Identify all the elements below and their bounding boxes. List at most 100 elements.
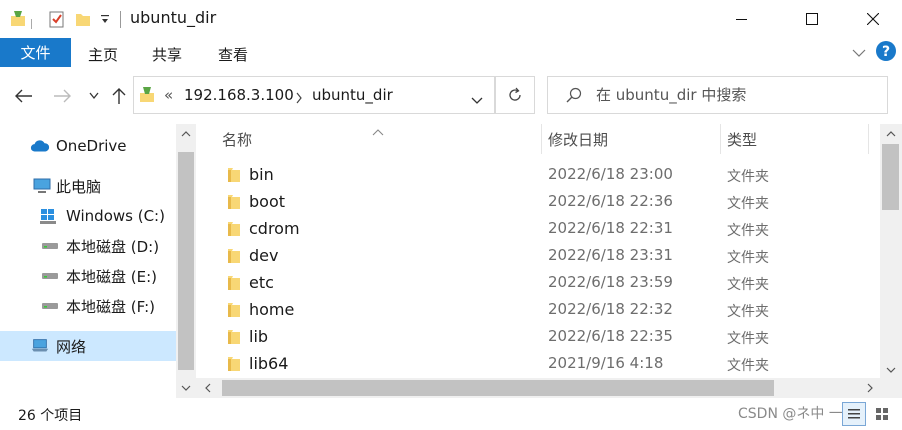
sidebar-item-onedrive[interactable]: OneDrive bbox=[0, 131, 176, 161]
scroll-up-icon[interactable] bbox=[176, 124, 196, 144]
table-row[interactable]: dev 2022/6/18 23:31 文件夹 bbox=[196, 243, 880, 270]
file-type: 文件夹 bbox=[727, 196, 769, 212]
sidebar-item-this-pc[interactable]: 此电脑 bbox=[0, 171, 176, 201]
sidebar-item-drive-d[interactable]: 本地磁盘 (D:) bbox=[0, 231, 176, 261]
ribbon: 文件 主页 共享 查看 ? bbox=[0, 38, 902, 67]
maximize-button[interactable] bbox=[789, 0, 835, 38]
title-bar: ubuntu_dir bbox=[0, 0, 902, 38]
file-type: 文件夹 bbox=[727, 277, 769, 293]
address-bar[interactable]: « 192.168.3.100 ubuntu_dir bbox=[133, 76, 495, 114]
new-folder-icon[interactable] bbox=[74, 9, 92, 33]
folder-pin-icon[interactable] bbox=[9, 9, 27, 33]
sidebar-item-drive-c[interactable]: Windows (C:) bbox=[0, 201, 176, 231]
file-name: dev bbox=[249, 246, 279, 265]
scroll-up-icon[interactable] bbox=[881, 124, 901, 144]
column-divider[interactable] bbox=[868, 124, 869, 154]
expand-ribbon-chevron-icon[interactable] bbox=[852, 44, 866, 62]
svg-text:?: ? bbox=[882, 44, 890, 60]
file-name: lib64 bbox=[249, 354, 289, 373]
file-modified-date: 2022/6/18 23:00 bbox=[548, 165, 673, 183]
cloud-icon bbox=[30, 136, 50, 156]
ribbon-controls: ? bbox=[852, 41, 902, 65]
table-row[interactable]: lib64 2021/9/16 4:18 文件夹 bbox=[196, 351, 880, 378]
table-row[interactable]: cdrom 2022/6/18 22:31 文件夹 bbox=[196, 216, 880, 243]
close-icon bbox=[867, 13, 879, 25]
drive-icon bbox=[40, 236, 60, 256]
scroll-right-icon[interactable] bbox=[860, 378, 880, 398]
search-box[interactable] bbox=[547, 76, 888, 114]
details-view-button[interactable] bbox=[842, 402, 866, 426]
scrollbar-corner bbox=[880, 378, 902, 398]
file-type: 文件夹 bbox=[727, 223, 769, 239]
folder-icon bbox=[227, 356, 241, 376]
sidebar-item-drive-f[interactable]: 本地磁盘 (F:) bbox=[0, 291, 176, 321]
file-type: 文件夹 bbox=[727, 331, 769, 347]
scroll-thumb[interactable] bbox=[178, 152, 194, 370]
navigation-bar: « 192.168.3.100 ubuntu_dir bbox=[0, 67, 902, 124]
column-divider[interactable] bbox=[720, 124, 721, 154]
address-part-folder[interactable]: ubuntu_dir bbox=[312, 86, 393, 104]
forward-arrow-icon bbox=[54, 89, 71, 103]
file-type: 文件夹 bbox=[727, 250, 769, 266]
file-modified-date: 2022/6/18 22:32 bbox=[548, 300, 673, 318]
tab-view[interactable]: 查看 bbox=[218, 44, 248, 65]
sidebar-item-network[interactable]: 网络 bbox=[0, 331, 176, 361]
address-overflow[interactable]: « bbox=[164, 86, 173, 104]
file-name: etc bbox=[249, 273, 274, 292]
table-row[interactable]: etc 2022/6/18 23:59 文件夹 bbox=[196, 270, 880, 297]
large-icons-view-button[interactable] bbox=[870, 402, 894, 426]
file-list-horizontal-scrollbar[interactable] bbox=[196, 378, 880, 398]
file-list: 名称 修改日期 类型 bin 2022/6/18 23:00 文件夹 boot 2022… bbox=[196, 124, 880, 380]
file-name: bin bbox=[249, 165, 274, 184]
address-history-chevron-icon[interactable] bbox=[471, 91, 483, 109]
table-row[interactable]: home 2022/6/18 22:32 文件夹 bbox=[196, 297, 880, 324]
navigation-pane-scrollbar[interactable] bbox=[176, 124, 196, 398]
address-part-host[interactable]: 192.168.3.100 bbox=[184, 86, 294, 104]
table-row[interactable]: lib 2022/6/18 22:35 文件夹 bbox=[196, 324, 880, 351]
scroll-thumb[interactable] bbox=[882, 144, 899, 210]
minimize-icon bbox=[736, 19, 747, 20]
column-header-name[interactable]: 名称 bbox=[222, 124, 252, 154]
properties-check-icon[interactable] bbox=[48, 9, 66, 33]
tab-home[interactable]: 主页 bbox=[88, 44, 118, 65]
scroll-left-icon[interactable] bbox=[198, 378, 218, 398]
file-modified-date: 2022/6/18 22:35 bbox=[548, 327, 673, 345]
help-icon[interactable]: ? bbox=[876, 41, 896, 65]
back-arrow-icon bbox=[15, 89, 32, 103]
column-header-type[interactable]: 类型 bbox=[727, 124, 757, 154]
folder-icon bbox=[227, 329, 241, 349]
scroll-down-icon[interactable] bbox=[881, 360, 901, 380]
table-row[interactable]: boot 2022/6/18 22:36 文件夹 bbox=[196, 189, 880, 216]
column-header-date[interactable]: 修改日期 bbox=[548, 124, 608, 154]
sidebar-item-drive-e[interactable]: 本地磁盘 (E:) bbox=[0, 261, 176, 291]
sidebar-item-label: OneDrive bbox=[56, 137, 127, 155]
folder-icon bbox=[227, 302, 241, 322]
column-divider[interactable] bbox=[541, 124, 542, 154]
refresh-button[interactable] bbox=[495, 76, 535, 114]
back-button[interactable] bbox=[11, 83, 37, 109]
close-button[interactable] bbox=[850, 0, 896, 38]
tab-file[interactable]: 文件 bbox=[0, 38, 71, 67]
file-name: boot bbox=[249, 192, 286, 211]
minimize-button[interactable] bbox=[719, 0, 765, 38]
scroll-down-icon[interactable] bbox=[176, 378, 196, 398]
file-modified-date: 2022/6/18 22:36 bbox=[548, 192, 673, 210]
drive-icon bbox=[40, 266, 60, 286]
search-input[interactable] bbox=[596, 85, 876, 105]
refresh-icon bbox=[509, 87, 521, 101]
file-list-vertical-scrollbar[interactable] bbox=[880, 124, 902, 380]
table-row[interactable]: bin 2022/6/18 23:00 文件夹 bbox=[196, 162, 880, 189]
chevron-down-icon bbox=[89, 92, 99, 100]
up-button[interactable] bbox=[106, 83, 132, 109]
file-type: 文件夹 bbox=[727, 304, 769, 320]
file-type: 文件夹 bbox=[727, 358, 769, 374]
recent-locations-button[interactable] bbox=[81, 83, 107, 109]
tab-share[interactable]: 共享 bbox=[152, 44, 182, 65]
forward-button[interactable] bbox=[49, 83, 75, 109]
customize-toolbar-chevron-icon[interactable] bbox=[100, 12, 110, 30]
up-arrow-icon bbox=[112, 88, 126, 104]
address-separator-icon[interactable] bbox=[295, 90, 303, 108]
scroll-thumb[interactable] bbox=[222, 380, 774, 396]
windows-drive-icon bbox=[38, 206, 58, 226]
search-icon bbox=[566, 87, 582, 107]
